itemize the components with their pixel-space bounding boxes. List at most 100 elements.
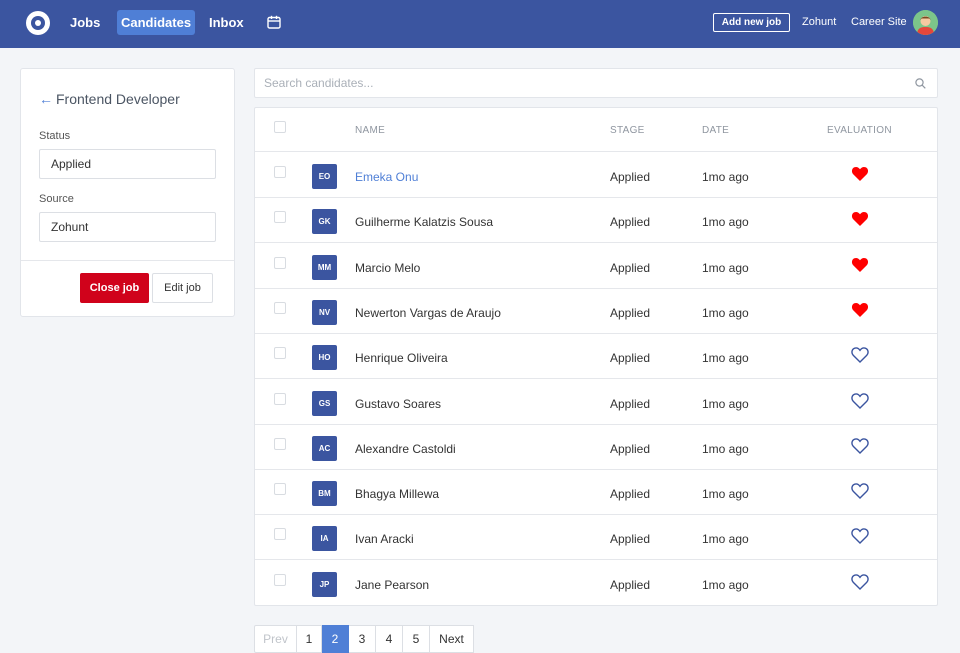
edit-job-button[interactable]: Edit job (152, 273, 213, 303)
heart-outline-icon[interactable] (851, 527, 869, 545)
heart-filled-icon[interactable] (851, 256, 869, 273)
column-header-evaluation[interactable]: EVALUATION (827, 125, 892, 136)
candidate-avatar: GK (312, 209, 337, 235)
close-job-button[interactable]: Close job (80, 273, 149, 303)
candidate-avatar: NV (312, 299, 337, 325)
status-field[interactable]: Applied (39, 149, 216, 179)
candidate-name[interactable]: Marcio Melo (355, 261, 420, 275)
row-checkbox[interactable] (274, 211, 286, 224)
nav-candidates[interactable]: Candidates (117, 10, 196, 35)
candidate-stage: Applied (610, 351, 651, 366)
card-divider (21, 260, 234, 261)
heart-outline-icon[interactable] (851, 437, 869, 454)
company-link[interactable]: Zohunt (802, 16, 836, 28)
page-3-button[interactable]: 3 (349, 625, 376, 653)
page-2-button[interactable]: 2 (322, 625, 349, 653)
candidate-stage: Applied (610, 577, 651, 592)
heart-filled-icon[interactable] (851, 165, 869, 182)
row-checkbox[interactable] (274, 573, 286, 586)
prev-page-button[interactable]: Prev (254, 625, 297, 653)
table-row[interactable]: IA Ivan Aracki Applied 1mo ago (255, 515, 937, 561)
candidate-date: 1mo ago (702, 532, 749, 547)
candidate-name[interactable]: Henrique Oliveira (355, 351, 448, 365)
table-row[interactable]: NV Newerton Vargas de Araujo Applied 1mo ag… (255, 289, 937, 334)
candidate-avatar: IA (312, 526, 337, 552)
row-checkbox[interactable] (274, 166, 286, 178)
table-row[interactable]: MM Marcio Melo Applied 1mo ago (255, 244, 937, 289)
search-input[interactable] (255, 69, 895, 97)
table-row[interactable]: GK Guilherme Kalatzis Sousa Applied 1mo ago (255, 198, 937, 244)
table-row[interactable]: AC Alexandre Castoldi Applied 1mo ago (255, 425, 937, 470)
heart-outline-icon[interactable] (851, 482, 869, 500)
job-card: ← Frontend Developer Status Applied Sourc… (20, 68, 235, 317)
heart-filled-icon[interactable] (851, 210, 869, 227)
candidate-date: 1mo ago (702, 351, 749, 366)
search-icon[interactable] (915, 78, 926, 89)
source-field[interactable]: Zohunt (39, 212, 216, 242)
candidate-name[interactable]: Emeka Onu (355, 170, 418, 184)
heart-outline-icon[interactable] (851, 573, 869, 590)
job-title[interactable]: ← Frontend Developer (39, 91, 180, 107)
page-5-button[interactable]: 5 (403, 625, 430, 653)
candidate-date: 1mo ago (702, 487, 749, 502)
user-avatar-icon (913, 10, 938, 35)
calendar-icon[interactable] (267, 15, 281, 29)
row-checkbox[interactable] (274, 347, 286, 360)
nav-inbox[interactable]: Inbox (206, 10, 247, 35)
candidate-stage: Applied (610, 532, 651, 547)
search-bar (254, 68, 938, 98)
pagination: Prev 1 2 3 4 5 Next (254, 625, 474, 653)
table-row[interactable]: JP Jane Pearson Applied 1mo ago (255, 561, 937, 606)
candidate-name[interactable]: Gustavo Soares (355, 397, 441, 411)
table-header: NAME STAGE DATE EVALUATION (255, 108, 937, 152)
select-all-checkbox[interactable] (274, 121, 286, 133)
candidate-avatar: HO (312, 345, 337, 371)
candidate-name[interactable]: Alexandre Castoldi (355, 442, 456, 456)
next-page-button[interactable]: Next (430, 625, 474, 653)
candidate-avatar: BM (312, 481, 337, 507)
row-checkbox[interactable] (274, 256, 286, 269)
table-row[interactable]: BM Bhagya Millewa Applied 1mo ago (255, 470, 937, 516)
candidate-avatar: MM (312, 254, 337, 280)
logo-icon[interactable] (26, 11, 50, 35)
career-site-link[interactable]: Career Site (851, 16, 907, 28)
page-1-button[interactable]: 1 (297, 625, 322, 653)
candidate-date: 1mo ago (702, 215, 749, 230)
candidate-date: 1mo ago (702, 577, 749, 592)
candidate-date: 1mo ago (702, 170, 749, 184)
source-label: Source (39, 193, 74, 205)
candidate-avatar: EO (312, 164, 337, 189)
candidate-name[interactable]: Guilherme Kalatzis Sousa (355, 215, 493, 229)
add-new-job-button[interactable]: Add new job (713, 13, 790, 32)
heart-outline-icon[interactable] (851, 392, 869, 409)
user-avatar[interactable] (913, 10, 938, 35)
row-checkbox[interactable] (274, 392, 286, 405)
row-checkbox[interactable] (274, 483, 286, 496)
row-checkbox[interactable] (274, 528, 286, 541)
heart-filled-icon[interactable] (851, 301, 869, 318)
nav-jobs[interactable]: Jobs (67, 10, 103, 35)
candidate-name[interactable]: Ivan Aracki (355, 532, 414, 546)
candidate-avatar: JP (312, 571, 337, 597)
column-header-date[interactable]: DATE (702, 125, 729, 136)
heart-outline-icon[interactable] (851, 346, 869, 364)
table-row[interactable]: GS Gustavo Soares Applied 1mo ago (255, 380, 937, 425)
candidate-name[interactable]: Jane Pearson (355, 578, 429, 592)
candidate-avatar: AC (312, 435, 337, 461)
table-row[interactable]: EO Emeka Onu Applied 1mo ago (255, 153, 937, 198)
column-header-stage[interactable]: STAGE (610, 125, 645, 136)
column-header-name[interactable]: NAME (355, 125, 385, 136)
candidate-avatar: GS (312, 390, 337, 416)
candidate-date: 1mo ago (702, 305, 749, 320)
table-row[interactable]: HO Henrique Oliveira Applied 1mo ago (255, 334, 937, 380)
top-nav: Jobs Candidates Inbox Add new job Zohunt… (0, 0, 960, 48)
back-arrow-icon[interactable]: ← (39, 91, 53, 107)
candidate-name[interactable]: Bhagya Millewa (355, 487, 439, 501)
row-checkbox[interactable] (274, 437, 286, 450)
candidate-name[interactable]: Newerton Vargas de Araujo (355, 306, 501, 320)
row-checkbox[interactable] (274, 301, 286, 314)
candidate-date: 1mo ago (702, 260, 749, 275)
candidate-stage: Applied (610, 487, 651, 502)
page-4-button[interactable]: 4 (376, 625, 403, 653)
candidate-stage: Applied (610, 396, 651, 411)
